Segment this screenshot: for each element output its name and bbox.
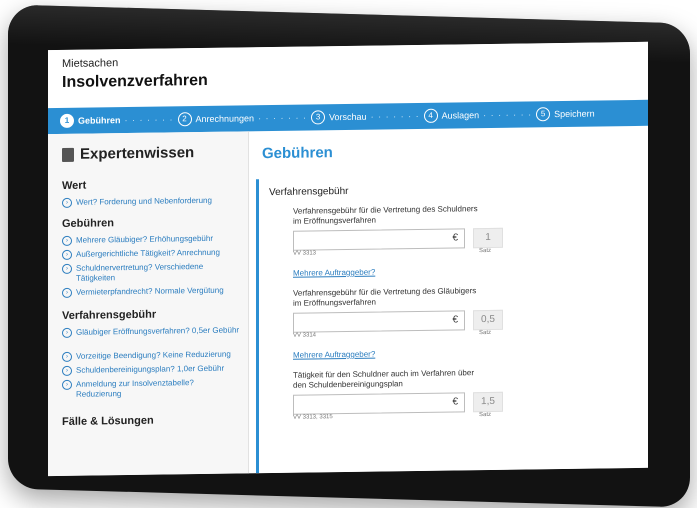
section-label: Mietsachen bbox=[62, 57, 119, 70]
link-text: Schuldnervertretung? Verschiedene Tätigk… bbox=[76, 261, 204, 283]
link-text: Gläubiger Eröffnungsverfahren? 0,5er Geb… bbox=[76, 325, 240, 337]
link-aussergerichtliche[interactable]: › Außergerichtliche Tätigkeit? Anrechnung bbox=[62, 247, 240, 260]
satz-input[interactable]: 1,5 bbox=[473, 391, 503, 413]
step-speichern[interactable]: 5 Speichern bbox=[536, 107, 595, 122]
field-label: Verfahrensgebühr für die Vertretung des … bbox=[293, 286, 477, 308]
step-label: Speichern bbox=[554, 108, 595, 120]
step-separator: · · · · · · · bbox=[483, 109, 533, 121]
step-anrechnungen[interactable]: 2 Anrechnungen bbox=[177, 111, 255, 127]
panel-title: Verfahrensgebühr bbox=[269, 185, 349, 199]
amount-input[interactable]: € bbox=[293, 228, 465, 251]
step-separator: · · · · · · · bbox=[124, 114, 174, 126]
link-text: Mehrere Gläubiger? Erhöhungsgebühr bbox=[76, 233, 213, 245]
satz-label: Satz bbox=[479, 329, 492, 337]
heading-verfahrensgebuehr: Verfahrensgebühr bbox=[62, 308, 157, 322]
step-number: 4 bbox=[423, 108, 438, 123]
step-label: Gebühren bbox=[78, 115, 121, 126]
step-number: 2 bbox=[177, 112, 192, 127]
link-vermieterpfandrecht[interactable]: › Vermieterpfandrecht? Normale Vergütung bbox=[62, 285, 240, 298]
fee-panel: Verfahrensgebühr Verfahrensgebühr für di… bbox=[256, 173, 648, 474]
amount-input[interactable]: € bbox=[293, 310, 465, 333]
arrow-icon: › bbox=[62, 365, 72, 376]
field-label: Tätigkeit für den Schuldner auch im Verf… bbox=[293, 368, 474, 390]
vv-label: VV 3313, 3315 bbox=[293, 414, 333, 421]
link-text: Außergerichtliche Tätigkeit? Anrechnung bbox=[76, 247, 220, 259]
link-text: Vorzeitige Beendigung? Keine Reduzierung bbox=[76, 349, 231, 361]
satz-label: Satz bbox=[479, 247, 492, 255]
vv-label: VV 3313 bbox=[293, 250, 317, 257]
satz-label: Satz bbox=[479, 411, 492, 419]
heading-gebuehren: Gebühren bbox=[62, 217, 114, 230]
step-separator: · · · · · · · bbox=[370, 110, 420, 122]
step-label: Auslagen bbox=[441, 110, 480, 121]
app-screen: Mietsachen Insolvenzverfahren 1 Gebühren… bbox=[48, 41, 648, 477]
link-schuldenbereinigungsplan[interactable]: › Schuldenbereinigungsplan? 1,0er Gebühr bbox=[62, 363, 240, 376]
link-mehrere-glaeubiger[interactable]: › Mehrere Gläubiger? Erhöhungsgebühr bbox=[62, 233, 240, 246]
euro-symbol: € bbox=[452, 314, 458, 326]
sidebar: Expertenwissen Wert › Wert? Forderung und… bbox=[48, 131, 249, 477]
link-text: Wert? Forderung und Nebenforderung bbox=[76, 195, 212, 207]
step-gebuehren[interactable]: 1 Gebühren bbox=[60, 113, 121, 128]
page-title: Insolvenzverfahren bbox=[62, 71, 208, 91]
heading-faelle: Fälle & Lösungen bbox=[62, 414, 154, 428]
tablet-frame: Mietsachen Insolvenzverfahren 1 Gebühren… bbox=[8, 4, 690, 508]
link-glaeubiger-eroeffnung[interactable]: › Gläubiger Eröffnungsverfahren? 0,5er Ge… bbox=[62, 325, 240, 338]
link-schuldnervertretung[interactable]: › Schuldnervertretung? Verschiedene Tätig… bbox=[62, 261, 240, 283]
arrow-icon: › bbox=[62, 379, 72, 390]
main-content: Gebühren Verfahrensgebühr Verfahrensgebü… bbox=[248, 126, 648, 474]
arrow-icon: › bbox=[62, 235, 72, 246]
heading-wert: Wert bbox=[62, 179, 87, 192]
euro-symbol: € bbox=[452, 232, 458, 244]
step-label: Anrechnungen bbox=[195, 113, 255, 125]
vv-label: VV 3314 bbox=[293, 332, 317, 339]
mehrere-auftraggeber-link[interactable]: Mehrere Auftraggeber? bbox=[293, 350, 375, 360]
step-number: 3 bbox=[311, 110, 326, 125]
link-text: Anmeldung zur Insolvenztabelle? Reduzier… bbox=[76, 378, 194, 399]
step-auslagen[interactable]: 4 Auslagen bbox=[423, 108, 480, 123]
satz-input[interactable]: 1 bbox=[473, 227, 503, 249]
link-text: Vermieterpfandrecht? Normale Vergütung bbox=[76, 285, 224, 297]
sidebar-title: Expertenwissen bbox=[62, 144, 194, 163]
amount-input[interactable]: € bbox=[293, 392, 465, 415]
arrow-icon: › bbox=[62, 249, 72, 260]
link-vorzeitige-beendigung[interactable]: › Vorzeitige Beendigung? Keine Reduzierun… bbox=[62, 349, 240, 362]
field-label: Verfahrensgebühr für die Vertretung des … bbox=[293, 204, 478, 226]
link-anmeldung-insolvenztabelle[interactable]: › Anmeldung zur Insolvenztabelle? Reduzie… bbox=[62, 377, 240, 399]
satz-input[interactable]: 0,5 bbox=[473, 309, 503, 331]
euro-symbol: € bbox=[452, 396, 458, 408]
link-text: Schuldenbereinigungsplan? 1,0er Gebühr bbox=[76, 363, 225, 375]
arrow-icon: › bbox=[62, 351, 72, 362]
arrow-icon: › bbox=[62, 263, 72, 274]
step-number: 5 bbox=[536, 107, 551, 122]
step-number: 1 bbox=[60, 113, 74, 128]
main-title: Gebühren bbox=[262, 144, 333, 163]
arrow-icon: › bbox=[62, 287, 72, 298]
step-label: Vorschau bbox=[329, 111, 367, 123]
arrow-icon: › bbox=[62, 197, 72, 208]
step-separator: · · · · · · · bbox=[258, 112, 308, 124]
link-wert[interactable]: › Wert? Forderung und Nebenforderung bbox=[62, 195, 240, 208]
book-icon bbox=[62, 147, 74, 162]
arrow-icon: › bbox=[62, 327, 72, 338]
mehrere-auftraggeber-link[interactable]: Mehrere Auftraggeber? bbox=[293, 268, 375, 278]
sidebar-title-text: Expertenwissen bbox=[80, 144, 195, 163]
step-vorschau[interactable]: 3 Vorschau bbox=[311, 110, 367, 125]
